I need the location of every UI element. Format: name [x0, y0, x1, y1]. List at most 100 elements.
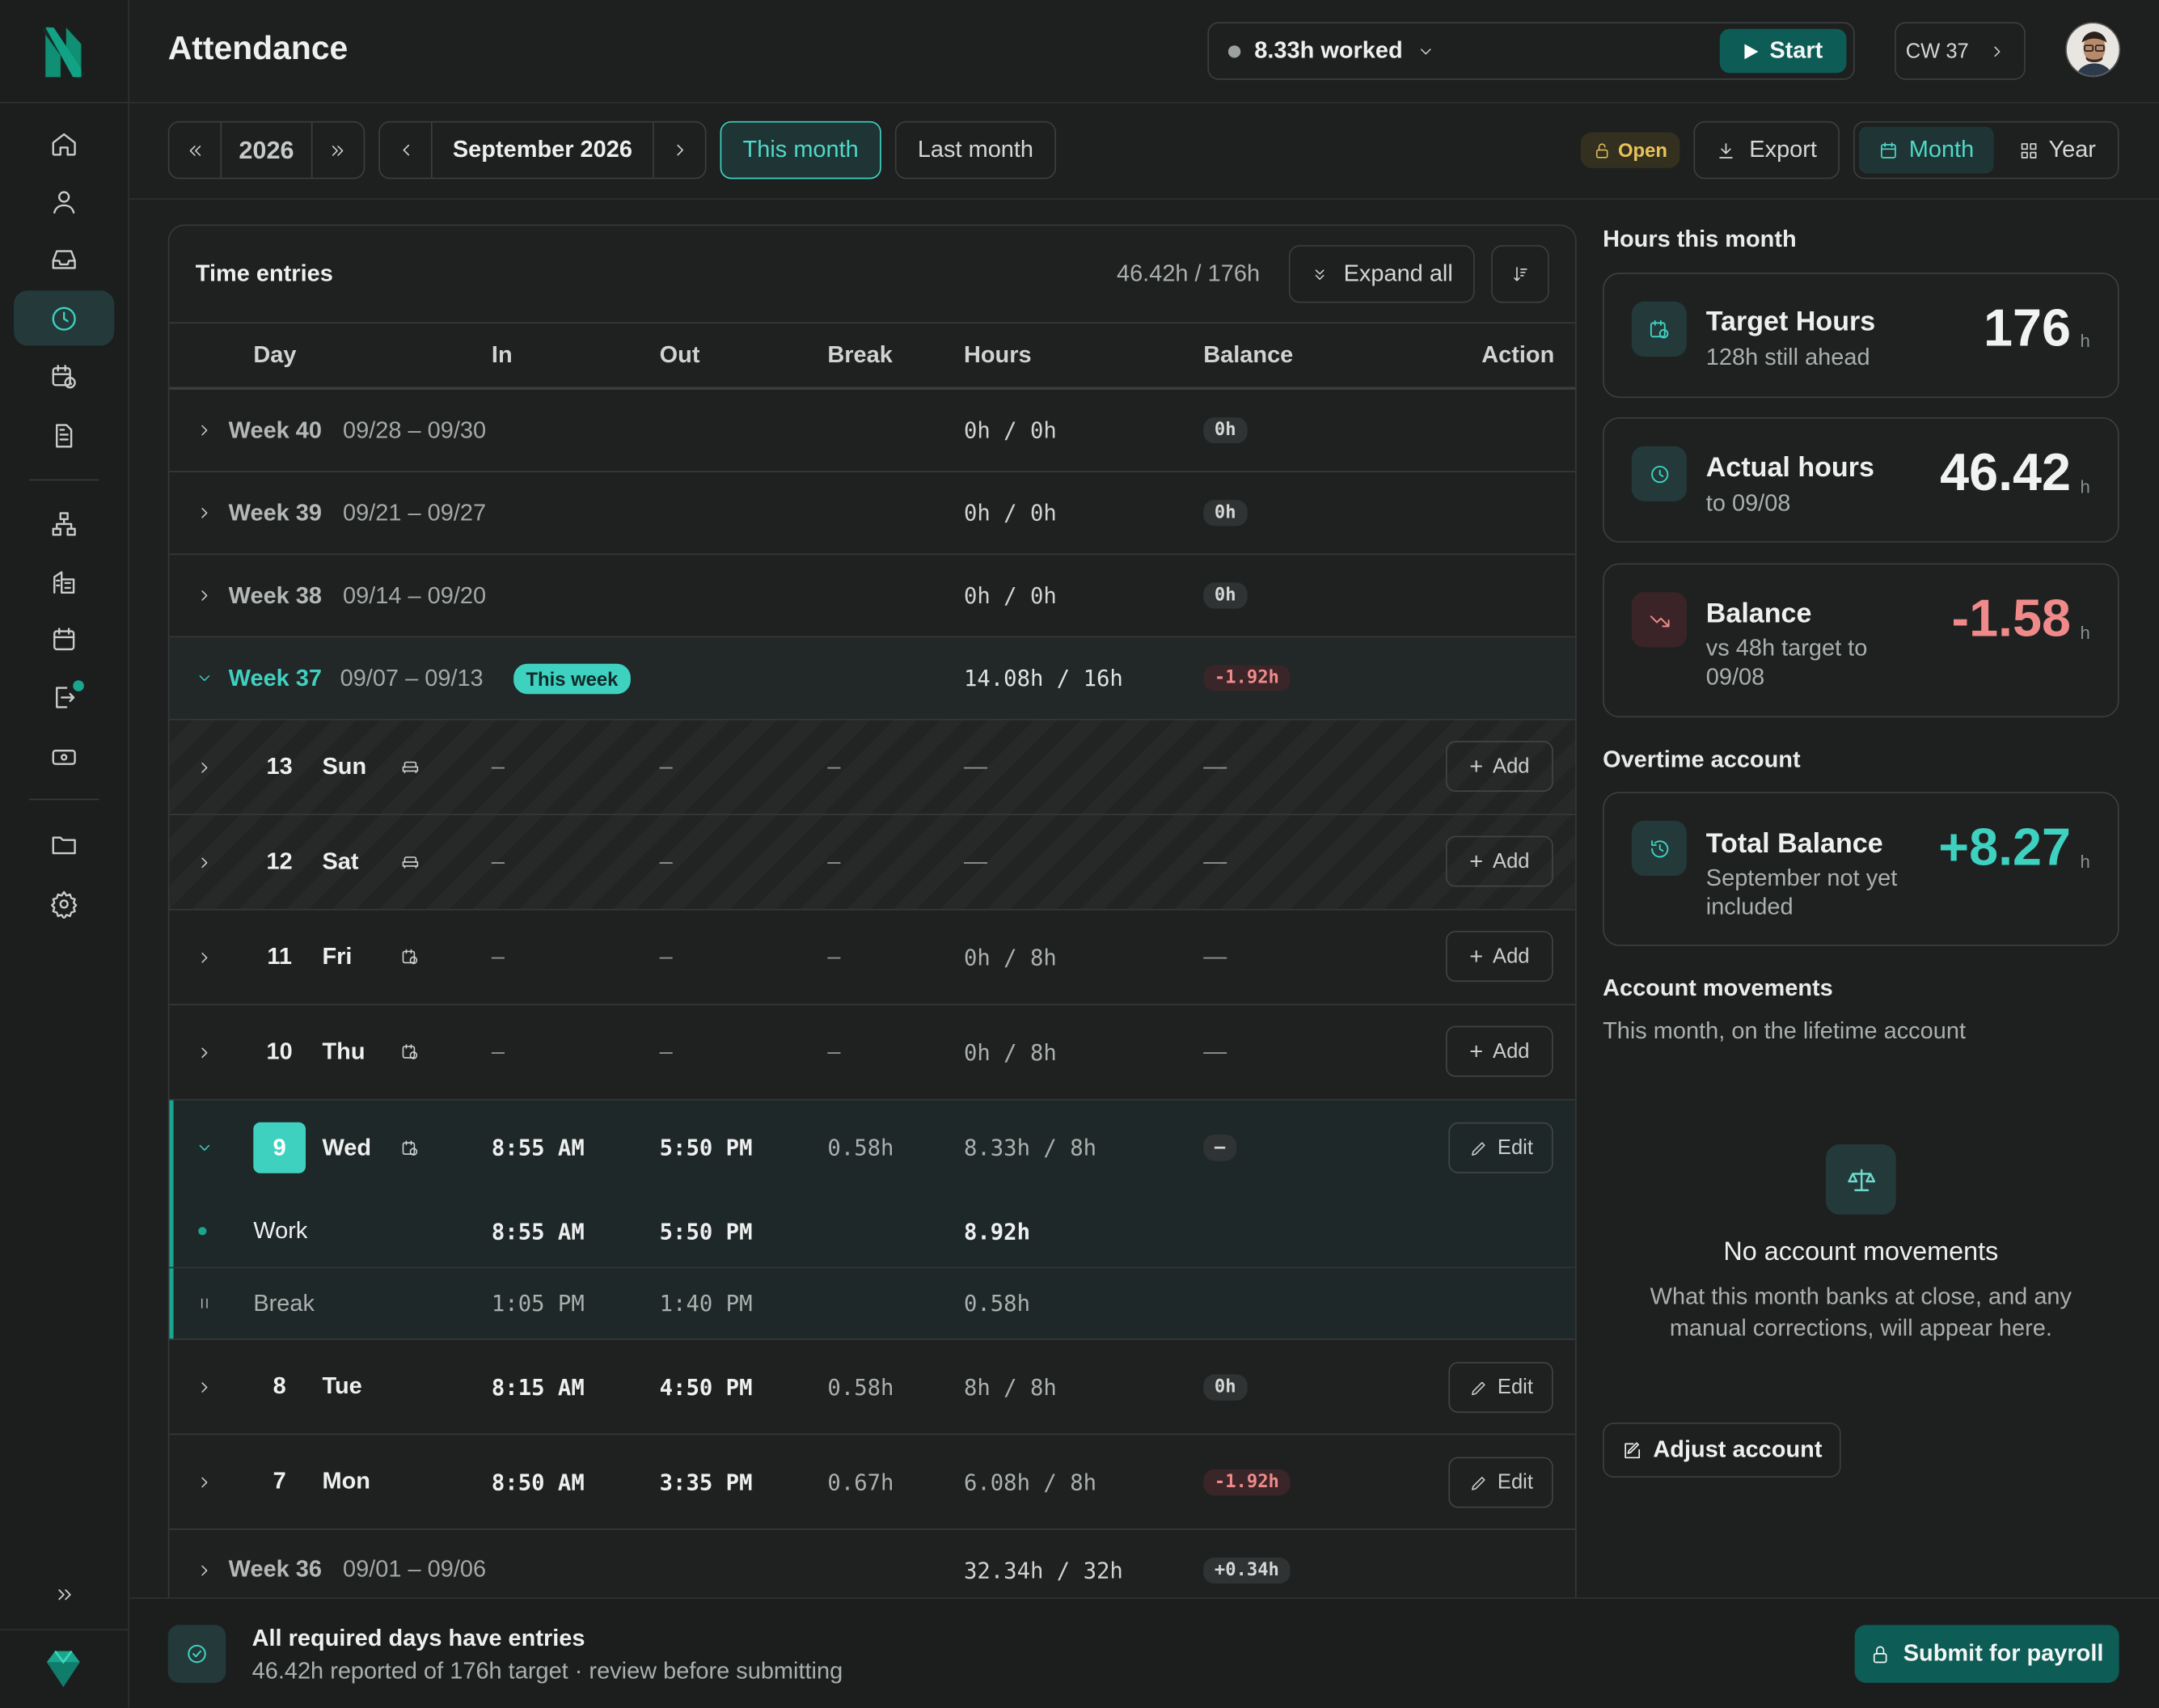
user-icon[interactable]	[14, 174, 114, 229]
chevron-right-icon[interactable]	[196, 1530, 213, 1600]
avatar[interactable]	[2065, 22, 2121, 78]
calendar-icon[interactable]	[14, 611, 114, 666]
day-out: –	[659, 753, 673, 780]
day-name: Sat	[322, 848, 359, 875]
home-icon[interactable]	[14, 116, 114, 171]
clock-icon[interactable]	[14, 290, 115, 346]
chevron-right-icon[interactable]	[1988, 42, 2006, 60]
card-unit: h	[2080, 476, 2090, 497]
chevron-right-icon[interactable]	[196, 555, 213, 636]
expand-all-button[interactable]: Expand all	[1288, 245, 1475, 303]
day-name: Wed	[322, 1134, 372, 1161]
chevron-right-icon[interactable]	[196, 1435, 213, 1528]
hours-section-title: Hours this month	[1603, 226, 1797, 252]
brand-logo-icon[interactable]	[40, 22, 87, 80]
edit-entry-button[interactable]: Edit	[1448, 1122, 1553, 1173]
add-entry-button[interactable]: + Add	[1445, 835, 1553, 887]
week-row-current[interactable]: Week 37 09/07 – 09/13 This week 14.08h /…	[169, 637, 1576, 721]
sort-icon[interactable]	[1491, 245, 1549, 303]
day-number-today: 9	[253, 1122, 306, 1173]
worked-dropdown[interactable]: 8.33h worked	[1254, 37, 1402, 65]
next-year-icon[interactable]	[311, 122, 364, 178]
actual-hours-card: Actual hours to 09/08 46.42 h	[1603, 416, 2119, 543]
day-row[interactable]: 11 Fri – – – 0h / 8h — + Add	[169, 911, 1576, 1006]
day-hours: 8h / 8h	[963, 1373, 1057, 1400]
segment-label: Break	[253, 1289, 315, 1317]
week-row[interactable]: Week 40 09/28 – 09/30 0h / 0h 0h	[169, 390, 1576, 473]
folder-icon[interactable]	[14, 817, 114, 872]
day-hours: 6.08h / 8h	[963, 1469, 1096, 1495]
chevron-right-icon[interactable]	[196, 815, 213, 909]
year-view-toggle[interactable]: Year	[1998, 127, 2116, 174]
week-row[interactable]: Week 38 09/14 – 09/20 0h / 0h 0h	[169, 555, 1576, 638]
last-month-button[interactable]: Last month	[894, 120, 1057, 180]
document-icon[interactable]	[14, 408, 114, 463]
org-chart-icon[interactable]	[14, 496, 114, 551]
add-entry-button[interactable]: + Add	[1445, 1025, 1553, 1077]
day-in: –	[491, 1038, 505, 1065]
card-unit: h	[2080, 622, 2090, 644]
export-button[interactable]: Export	[1693, 120, 1840, 180]
sofa-icon	[401, 815, 420, 909]
chevron-right-icon[interactable]	[196, 1005, 213, 1099]
inbox-icon[interactable]	[14, 231, 114, 286]
month-label: September 2026	[452, 136, 632, 163]
chevron-down-icon[interactable]	[196, 1101, 213, 1195]
sidebar	[0, 0, 130, 1708]
week-row[interactable]: Week 36 09/01 – 09/06 32.34h / 32h +0.34…	[169, 1530, 1575, 1600]
movements-subtitle: This month, on the lifetime account	[1603, 1017, 1967, 1044]
add-entry-button[interactable]: + Add	[1445, 741, 1553, 793]
edit-entry-button[interactable]: Edit	[1448, 1362, 1553, 1414]
day-row-expanded[interactable]: 9 Wed 8:55 AM 5:50 PM 0.58h 8.33h / 8h –…	[169, 1101, 1575, 1195]
column-balance: Balance	[1203, 341, 1294, 368]
chevron-right-icon[interactable]	[196, 390, 213, 471]
chevron-right-icon[interactable]	[196, 911, 213, 1004]
pause-icon	[197, 1268, 213, 1338]
calendar-clock-icon	[401, 1101, 420, 1195]
building-icon[interactable]	[14, 554, 114, 609]
week-label: Week 38	[228, 581, 323, 608]
unlock-icon	[1596, 142, 1608, 158]
day-number: 7	[273, 1468, 286, 1494]
week-hours: 32.34h / 32h	[963, 1557, 1123, 1583]
submit-label: Submit for payroll	[1903, 1640, 2104, 1667]
week-row[interactable]: Week 39 09/21 – 09/27 0h / 0h 0h	[169, 472, 1576, 556]
day-out: –	[659, 1038, 673, 1065]
cash-icon[interactable]	[14, 729, 114, 784]
add-entry-button[interactable]: + Add	[1445, 931, 1553, 983]
day-row[interactable]: 12 Sat – – – — — + Add	[169, 815, 1576, 911]
this-month-button[interactable]: This month	[720, 120, 881, 180]
chevron-right-icon[interactable]	[196, 472, 213, 553]
day-in: 8:50 AM	[491, 1469, 585, 1495]
settings-gear-icon[interactable]	[14, 876, 114, 931]
month-view-toggle[interactable]: Month	[1858, 126, 1994, 174]
calendar-clock-icon[interactable]	[14, 349, 114, 404]
submit-payroll-button[interactable]: Submit for payroll	[1854, 1625, 2119, 1683]
gem-icon[interactable]	[44, 1648, 82, 1689]
edit-entry-button[interactable]: Edit	[1448, 1456, 1553, 1508]
day-name: Mon	[322, 1468, 370, 1494]
chevron-down-icon[interactable]	[1417, 42, 1434, 60]
next-month-icon[interactable]	[653, 122, 705, 178]
day-row[interactable]: 7 Mon 8:50 AM 3:35 PM 0.67h 6.08h / 8h -…	[169, 1435, 1576, 1530]
day-out: 3:35 PM	[659, 1469, 753, 1495]
day-row[interactable]: 10 Thu – – – 0h / 8h — + Add	[169, 1005, 1576, 1101]
prev-year-icon[interactable]	[169, 122, 222, 178]
expand-sidebar-icon[interactable]	[14, 1567, 114, 1622]
footer-title: All required days have entries	[251, 1625, 585, 1651]
adjust-account-button[interactable]: Adjust account	[1603, 1423, 1841, 1478]
start-button[interactable]: Start	[1719, 28, 1847, 74]
status-badge: Open	[1580, 132, 1680, 168]
card-value: 176	[1984, 300, 2072, 358]
chevron-down-icon[interactable]	[196, 637, 213, 718]
transfer-icon[interactable]	[14, 670, 114, 725]
segment-out: 5:50 PM	[659, 1218, 753, 1245]
chevron-right-icon[interactable]	[196, 721, 213, 814]
day-row[interactable]: 8 Tue 8:15 AM 4:50 PM 0.58h 8h / 8h 0h E…	[169, 1340, 1576, 1435]
chevron-right-icon[interactable]	[196, 1340, 213, 1434]
segment-hours: 8.92h	[963, 1218, 1030, 1245]
day-row[interactable]: 13 Sun – – – — — + Add	[169, 720, 1576, 816]
day-hours: 0h / 8h	[963, 944, 1057, 970]
calendar-week-selector[interactable]: CW 37	[1895, 22, 2026, 80]
prev-month-icon[interactable]	[380, 122, 433, 178]
